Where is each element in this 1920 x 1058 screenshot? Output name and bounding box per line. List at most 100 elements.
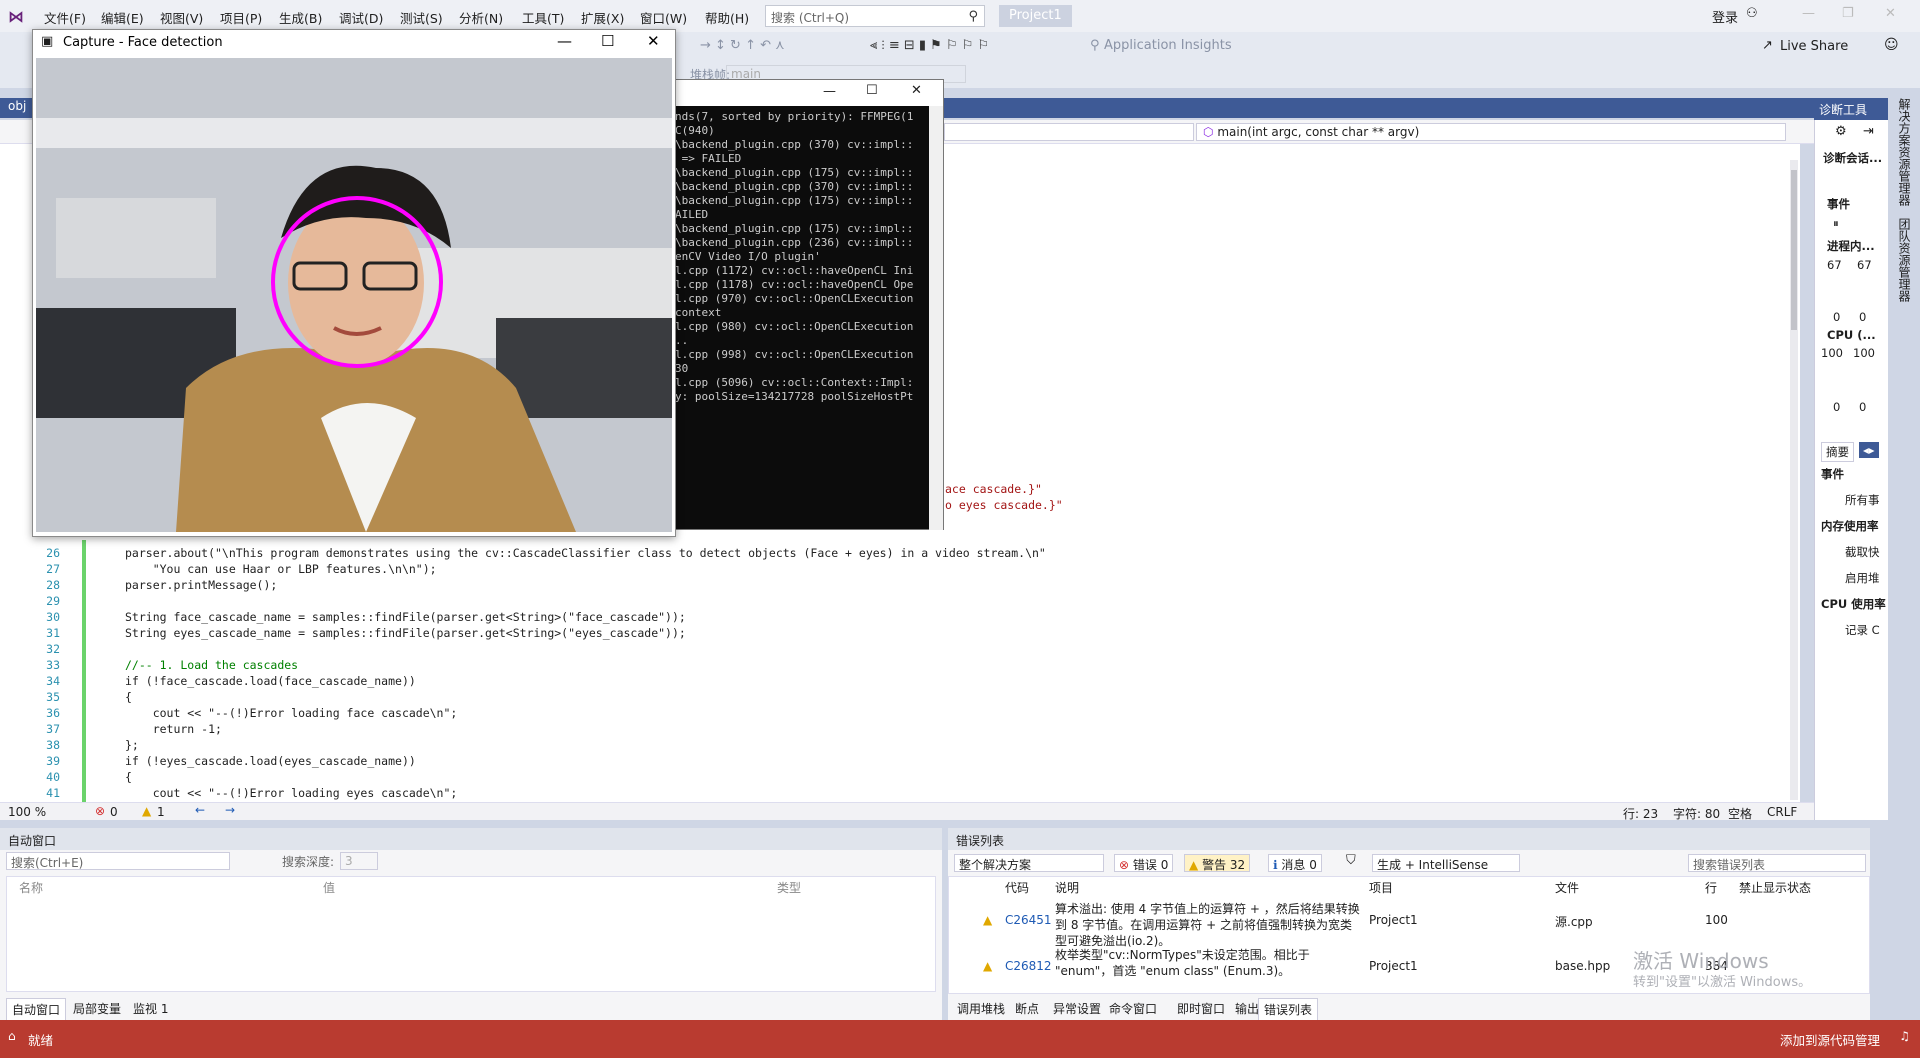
tab-autos[interactable]: 自动窗口: [6, 998, 67, 1021]
code-line[interactable]: {: [125, 690, 132, 704]
member-dropdown[interactable]: ⬡ main(int argc, const char ** argv): [1196, 123, 1786, 141]
filter-icon[interactable]: ⛉: [1346, 853, 1356, 868]
code-line[interactable]: {: [125, 770, 132, 784]
diag-nav-icon[interactable]: ◂▸: [1859, 442, 1879, 458]
code-line[interactable]: String eyes_cascade_name = samples::find…: [125, 626, 686, 640]
menu-file[interactable]: 文件(F): [44, 8, 86, 27]
menu-window[interactable]: 窗口(W): [640, 8, 687, 27]
diag-process[interactable]: 进程内...: [1827, 238, 1875, 254]
autos-search-input[interactable]: 搜索(Ctrl+E): [6, 852, 230, 870]
menu-view[interactable]: 视图(V): [160, 8, 203, 27]
settings-icon[interactable]: ⚙: [1835, 124, 1847, 139]
feedback-icon[interactable]: ☺: [1884, 37, 1899, 53]
add-source-control[interactable]: 添加到源代码管理: [1780, 1030, 1880, 1049]
code-line[interactable]: parser.about("\nThis program demonstrate…: [125, 546, 1046, 560]
errors-scope-select[interactable]: 整个解决方案: [954, 854, 1104, 872]
menu-build[interactable]: 生成(B): [279, 8, 322, 27]
tab-document[interactable]: obj: [8, 99, 26, 113]
code-line[interactable]: String face_cascade_name = samples::find…: [125, 610, 686, 624]
errors-build-select[interactable]: 生成 + IntelliSense: [1372, 854, 1520, 872]
scope-dropdown[interactable]: [944, 123, 1194, 141]
diag-record[interactable]: 记录 C: [1845, 622, 1880, 638]
col-line[interactable]: 行: [1705, 879, 1717, 896]
menu-extensions[interactable]: 扩展(X): [581, 8, 624, 27]
code-line[interactable]: parser.printMessage();: [125, 578, 277, 592]
code-line[interactable]: cout << "--(!)Error loading face cascade…: [125, 706, 458, 720]
notification-icon[interactable]: ♫: [1899, 1029, 1910, 1043]
tab-bottom-4[interactable]: 即时窗口: [1172, 998, 1230, 1019]
menu-edit[interactable]: 编辑(E): [101, 8, 144, 27]
cpu-value-1: 100: [1821, 346, 1843, 360]
diag-summary-tab[interactable]: 摘要: [1821, 442, 1854, 462]
col-suppress[interactable]: 禁止显示状态: [1739, 879, 1811, 896]
menu-debug[interactable]: 调试(D): [339, 8, 383, 27]
tab-bottom-6[interactable]: 错误列表: [1258, 998, 1319, 1021]
close-icon[interactable]: ✕: [1885, 6, 1896, 21]
col-code[interactable]: 代码: [1005, 879, 1029, 896]
tab-locals[interactable]: 局部变量: [68, 998, 126, 1019]
menu-test[interactable]: 测试(S): [400, 8, 443, 27]
menu-project[interactable]: 项目(P): [220, 8, 262, 27]
pause-icon[interactable]: ⏸: [1833, 216, 1839, 231]
console-minimize-icon[interactable]: —: [823, 84, 836, 99]
menu-tools[interactable]: 工具(T): [522, 8, 564, 27]
tab-bottom-3[interactable]: 命令窗口: [1104, 998, 1162, 1019]
capture-maximize-icon[interactable]: ☐: [601, 32, 614, 50]
format-icon[interactable]: ⫷ ⫶ ≡ ⊟ ▮ ⚑ ⚐ ⚐ ⚐: [870, 38, 989, 53]
search-input[interactable]: 搜索 (Ctrl+Q) ⚲: [765, 5, 985, 27]
editor-scroll-thumb[interactable]: [1791, 170, 1797, 330]
code-line[interactable]: //-- 1. Load the cascades: [125, 658, 298, 672]
col-file[interactable]: 文件: [1555, 879, 1579, 896]
back-icon[interactable]: ←: [195, 803, 205, 817]
error-count[interactable]: 0: [110, 805, 118, 819]
forward-icon[interactable]: →: [225, 803, 235, 817]
col-desc[interactable]: 说明: [1055, 879, 1079, 896]
step-icon[interactable]: → ↕ ↻ ↑ ↶ ⋏: [700, 38, 785, 53]
code-line[interactable]: if (!face_cascade.load(face_cascade_name…: [125, 674, 416, 688]
menu-analyze[interactable]: 分析(N): [459, 8, 503, 27]
code-line[interactable]: cout << "--(!)Error loading eyes cascade…: [125, 786, 458, 800]
console-close-icon[interactable]: ✕: [911, 83, 922, 98]
capture-close-icon[interactable]: ✕: [647, 32, 660, 50]
console-scrollbar[interactable]: [929, 106, 943, 530]
error-row[interactable]: ▲ C26451 算术溢出: 使用 4 字节值上的运算符 + ，然后将结果转换到 8…: [949, 901, 1869, 948]
tab-bottom-2[interactable]: 异常设置: [1048, 998, 1106, 1019]
capture-minimize-icon[interactable]: —: [557, 32, 572, 50]
autos-depth-select[interactable]: 3: [340, 852, 378, 870]
code-line[interactable]: if (!eyes_cascade.load(eyes_cascade_name…: [125, 754, 416, 768]
diag-all-events[interactable]: 所有事: [1845, 492, 1880, 508]
errors-error-filter[interactable]: ⊗ 错误 0: [1114, 854, 1174, 872]
tab-bottom-0[interactable]: 调用堆栈: [952, 998, 1010, 1019]
line-number: 33: [46, 658, 60, 672]
login-link[interactable]: 登录: [1712, 7, 1738, 26]
errors-message-filter[interactable]: ℹ 消息 0: [1268, 854, 1322, 872]
zoom-level[interactable]: 100 %: [8, 805, 46, 819]
solution-explorer-tab[interactable]: 解决方案资源管理器: [1896, 98, 1913, 206]
maximize-icon[interactable]: ❐: [1842, 6, 1854, 21]
insights-button[interactable]: Application Insights: [1104, 38, 1232, 53]
diag-enable-heap[interactable]: 启用堆: [1845, 570, 1880, 586]
code-line[interactable]: };: [125, 738, 139, 752]
minimize-icon[interactable]: —: [1802, 6, 1815, 21]
console-maximize-icon[interactable]: ☐: [866, 83, 878, 98]
live-share-button[interactable]: Live Share: [1780, 39, 1848, 54]
tab-bottom-1[interactable]: 断点: [1010, 998, 1044, 1019]
team-explorer-tab[interactable]: 团队资源管理器: [1896, 218, 1913, 302]
user-icon[interactable]: ⚇: [1746, 6, 1758, 21]
export-icon[interactable]: ⇥: [1863, 124, 1874, 139]
errors-search-input[interactable]: 搜索错误列表: [1688, 854, 1866, 872]
menu-help[interactable]: 帮助(H): [705, 8, 749, 27]
errors-warning-filter[interactable]: ▲ 警告 32: [1184, 854, 1251, 872]
capture-window[interactable]: ▣ Capture - Face detection — ☐ ✕: [32, 29, 676, 537]
col-project[interactable]: 项目: [1369, 879, 1393, 896]
code-line[interactable]: "You can use Haar or LBP features.\n\n")…: [125, 562, 437, 576]
code-line[interactable]: return -1;: [125, 722, 222, 736]
diag-cpu[interactable]: CPU (...: [1827, 328, 1876, 342]
diag-snapshot[interactable]: 截取快: [1845, 544, 1880, 560]
warning-count[interactable]: 1: [157, 805, 165, 819]
tab-watch[interactable]: 监视 1: [128, 998, 173, 1019]
console-window[interactable]: — ☐ ✕ nds(7, sorted by priority): FFMPEG…: [650, 79, 944, 530]
diag-events[interactable]: 事件: [1827, 196, 1850, 212]
message-filter-label: 消息 0: [1281, 858, 1317, 872]
diag-title[interactable]: 诊断工具: [1814, 98, 1888, 120]
